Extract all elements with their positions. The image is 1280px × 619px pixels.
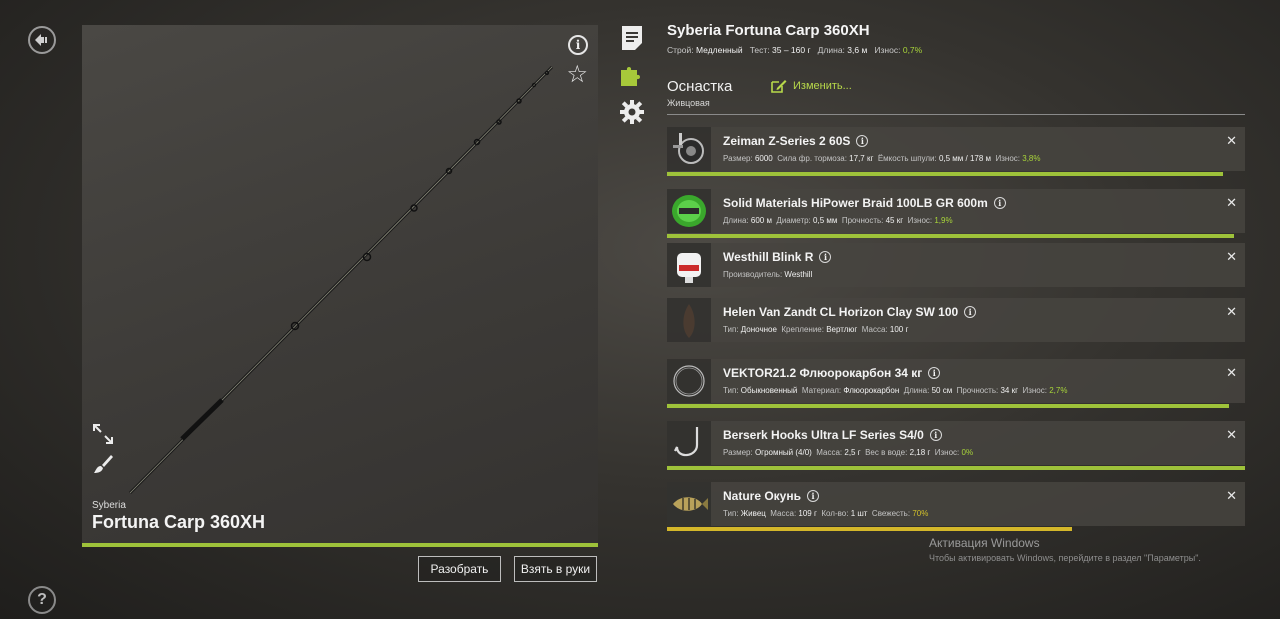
- disassemble-button[interactable]: Разобрать: [418, 556, 501, 582]
- tackle-item[interactable]: VEKTOR21.2 Флюорокарбон 34 кг i Тип: Обыкн…: [667, 359, 1245, 408]
- sinker-icon: [667, 298, 711, 342]
- rig-type: Живцовая: [667, 98, 710, 108]
- condition-bar: [667, 527, 1072, 531]
- take-in-hands-button[interactable]: Взять в руки: [514, 556, 597, 582]
- tackle-item[interactable]: Helen Van Zandt CL Horizon Clay SW 100 i Т…: [667, 298, 1245, 342]
- windows-activation-subtitle: Чтобы активировать Windows, перейдите в …: [929, 553, 1201, 563]
- tackle-item-name: Zeiman Z-Series 2 60S i: [723, 134, 869, 148]
- tackle-item-name: Helen Van Zandt CL Horizon Clay SW 100 i: [723, 305, 977, 319]
- perch-bait-icon: [667, 482, 711, 526]
- rod-stats: Строй: Медленный Тест: 35 – 160 г Длина:…: [667, 45, 923, 55]
- tackle-item[interactable]: Nature Окунь i Тип: Живец Масса: 109 г Кол…: [667, 482, 1245, 531]
- windows-activation-title: Активация Windows: [929, 536, 1040, 550]
- edit-icon: [771, 80, 787, 93]
- change-rig-label: Изменить...: [793, 80, 852, 92]
- info-icon[interactable]: i: [929, 429, 942, 441]
- condition-bar: [667, 404, 1230, 408]
- tackle-item-stats: Тип: Живец Масса: 109 г Кол-во: 1 шт Све…: [723, 509, 929, 518]
- info-icon[interactable]: i: [993, 197, 1006, 209]
- condition-bar: [667, 466, 1245, 470]
- expand-icon[interactable]: [92, 423, 114, 445]
- tackle-item-stats: Тип: Доночное Крепление: Вертлюг Масса: …: [723, 325, 909, 334]
- tackle-item-stats: Размер: Огромный (4/0) Масса: 2,5 г Вес …: [723, 448, 974, 457]
- remove-close-icon[interactable]: ✕: [1226, 365, 1237, 381]
- preview-rod-name: Fortuna Carp 360XH: [92, 512, 266, 532]
- rod-image: [128, 65, 554, 495]
- tackle-item[interactable]: Berserk Hooks Ultra LF Series S4/0 i Разме…: [667, 421, 1245, 470]
- remove-close-icon[interactable]: ✕: [1226, 133, 1237, 149]
- hook-icon: [667, 421, 711, 465]
- favorite-star-icon[interactable]: ☆: [566, 63, 588, 87]
- tackle-item-stats: Тип: Обыкновенный Материал: Флюорокарбон…: [723, 386, 1068, 395]
- info-icon[interactable]: i: [928, 367, 941, 379]
- divider: [667, 114, 1245, 115]
- fluorocarbon-leader-icon: [667, 359, 711, 403]
- tackle-item-name: Berserk Hooks Ultra LF Series S4/0 i: [723, 428, 942, 442]
- tackle-item-stats: Длина: 600 м Диаметр: 0,5 мм Прочность: …: [723, 216, 953, 225]
- change-rig-button[interactable]: Изменить...: [771, 79, 852, 93]
- settings-gear-icon[interactable]: [620, 99, 644, 125]
- remove-close-icon[interactable]: ✕: [1226, 304, 1237, 320]
- remove-close-icon[interactable]: ✕: [1226, 249, 1237, 265]
- info-icon[interactable]: i: [806, 490, 819, 502]
- tackle-item-stats: Производитель: Westhill: [723, 270, 813, 279]
- tackle-item-name: Nature Окунь i: [723, 489, 819, 503]
- braid-spool-icon: [667, 189, 711, 233]
- tackle-item-name: Solid Materials HiPower Braid 100LB GR 6…: [723, 196, 1006, 210]
- paint-brush-icon[interactable]: [92, 453, 114, 475]
- reel-icon: [667, 127, 711, 171]
- info-icon[interactable]: i: [964, 306, 977, 318]
- tackle-item[interactable]: Zeiman Z-Series 2 60S i Размер: 6000 Сила …: [667, 127, 1245, 176]
- remove-close-icon[interactable]: ✕: [1226, 488, 1237, 504]
- info-icon[interactable]: i: [856, 135, 869, 147]
- preview-brand: Syberia: [92, 500, 126, 511]
- tackle-item-stats: Размер: 6000 Сила фр. тормоза: 17,7 кг Ё…: [723, 154, 1041, 163]
- rig-section-title: Оснастка: [667, 78, 733, 95]
- remove-close-icon[interactable]: ✕: [1226, 427, 1237, 443]
- help-icon[interactable]: ?: [28, 586, 56, 614]
- tackle-item[interactable]: Westhill Blink Ri Производитель: Westhill…: [667, 243, 1245, 287]
- rod-condition-bar: [82, 543, 598, 547]
- info-icon[interactable]: i: [819, 251, 832, 263]
- tackle-item[interactable]: Solid Materials HiPower Braid 100LB GR 6…: [667, 189, 1245, 238]
- tackle-item-name: Westhill Blink Ri: [723, 250, 832, 264]
- rod-title: Syberia Fortuna Carp 360XH: [667, 22, 870, 39]
- rig-puzzle-icon[interactable]: [620, 62, 644, 88]
- info-icon[interactable]: i: [568, 35, 588, 55]
- rod-preview-panel: i ☆ Syberia Fortuna Carp 360XH: [82, 25, 598, 547]
- condition-bar: [667, 172, 1224, 176]
- condition-bar: [667, 234, 1235, 238]
- back-arrow-icon[interactable]: [28, 26, 56, 54]
- description-document-icon[interactable]: [620, 25, 644, 51]
- tackle-item-name: VEKTOR21.2 Флюорокарбон 34 кг i: [723, 366, 941, 380]
- bite-alarm-icon: [667, 243, 711, 287]
- remove-close-icon[interactable]: ✕: [1226, 195, 1237, 211]
